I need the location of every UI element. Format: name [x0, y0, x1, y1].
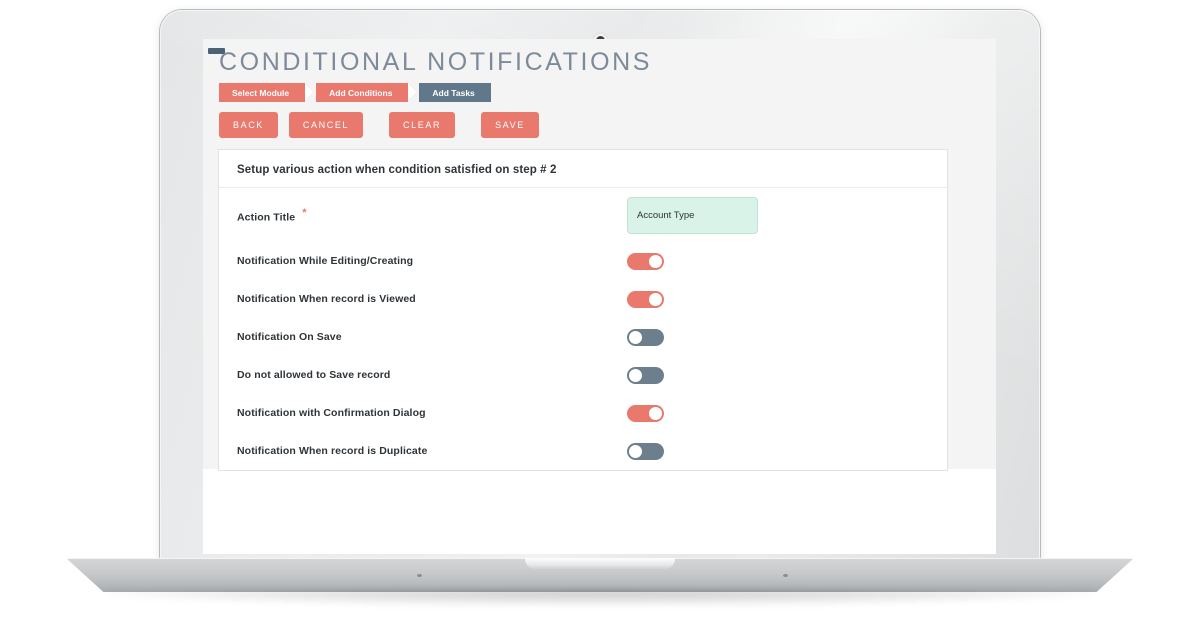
action-title-row: Action Title * — [237, 188, 929, 242]
action-title-label: Action Title * — [237, 207, 627, 224]
action-title-input[interactable] — [627, 196, 758, 234]
required-asterisk: * — [302, 206, 307, 219]
toggle-label: Notification When record is Duplicate — [237, 445, 428, 457]
notification-confirmation-dialog-toggle[interactable] — [627, 404, 664, 422]
action-button-row: BACK CANCEL CLEAR SAVE — [219, 112, 539, 138]
toggle-control — [627, 328, 929, 346]
toggle-label: Notification with Confirmation Dialog — [237, 407, 426, 419]
toggle-row: Do not allowed to Save record — [237, 356, 929, 394]
toggle-knob — [649, 292, 662, 306]
toggle-knob — [649, 406, 662, 420]
toggle-row: Notification While Editing/Creating — [237, 242, 929, 280]
wizard-step-label: Select Module — [232, 87, 290, 98]
toggle-control — [627, 290, 929, 308]
toggle-control — [627, 442, 929, 460]
toggle-row: Notification When record is Duplicate — [237, 432, 929, 470]
toggle-control — [627, 252, 929, 270]
toggle-label: Do not allowed to Save record — [237, 369, 391, 381]
toggle-knob — [649, 254, 662, 268]
laptop-drop-shadow — [108, 590, 1092, 606]
notification-when-viewed-toggle[interactable] — [627, 290, 664, 308]
toggle-control — [627, 366, 929, 384]
cancel-button[interactable]: CANCEL — [288, 112, 364, 138]
panel-heading: Setup various action when condition sati… — [219, 150, 947, 188]
laptop-mockup-stage: CONDITIONAL NOTIFICATIONS Select Module … — [0, 0, 1200, 630]
toggle-knob — [629, 368, 642, 382]
panel-body: Action Title * Notification While Editing… — [219, 188, 947, 470]
laptop-base-notch — [525, 558, 675, 569]
notification-while-editing-toggle[interactable] — [627, 252, 664, 270]
toggle-row: Notification with Confirmation Dialog — [237, 394, 929, 432]
notification-duplicate-record-toggle[interactable] — [627, 442, 664, 460]
back-button[interactable]: BACK — [219, 112, 278, 138]
toggle-control — [627, 404, 929, 422]
notification-on-save-toggle[interactable] — [627, 328, 664, 346]
wizard-step-label: Add Tasks — [432, 87, 475, 98]
disallow-save-record-toggle[interactable] — [627, 366, 664, 384]
save-button[interactable]: SAVE — [481, 112, 539, 138]
toggle-label: Notification On Save — [237, 331, 342, 343]
action-setup-panel: Setup various action when condition sati… — [218, 149, 948, 471]
wizard-step-add-conditions[interactable]: Add Conditions — [305, 83, 418, 102]
toggle-knob — [629, 444, 642, 458]
wizard-step-add-tasks[interactable]: Add Tasks — [408, 83, 491, 102]
page-title: CONDITIONAL NOTIFICATIONS — [219, 48, 653, 76]
toggle-row: Notification When record is Viewed — [237, 280, 929, 318]
toggle-label: Notification While Editing/Creating — [237, 255, 414, 267]
toggle-knob — [629, 330, 642, 344]
wizard-step-select-module[interactable]: Select Module — [219, 83, 315, 102]
toggle-label: Notification When record is Viewed — [237, 293, 416, 305]
clear-button[interactable]: CLEAR — [389, 112, 456, 138]
laptop-screen: CONDITIONAL NOTIFICATIONS Select Module … — [203, 39, 996, 554]
action-title-control — [627, 196, 929, 234]
laptop-base-foot-left — [417, 574, 422, 577]
laptop-base-foot-right — [783, 574, 788, 577]
toggle-row: Notification On Save — [237, 318, 929, 356]
action-title-label-text: Action Title — [237, 211, 296, 224]
wizard-breadcrumb: Select Module Add Conditions Add Tasks — [219, 83, 491, 102]
wizard-step-label: Add Conditions — [329, 87, 393, 98]
app-page: CONDITIONAL NOTIFICATIONS Select Module … — [203, 39, 996, 471]
